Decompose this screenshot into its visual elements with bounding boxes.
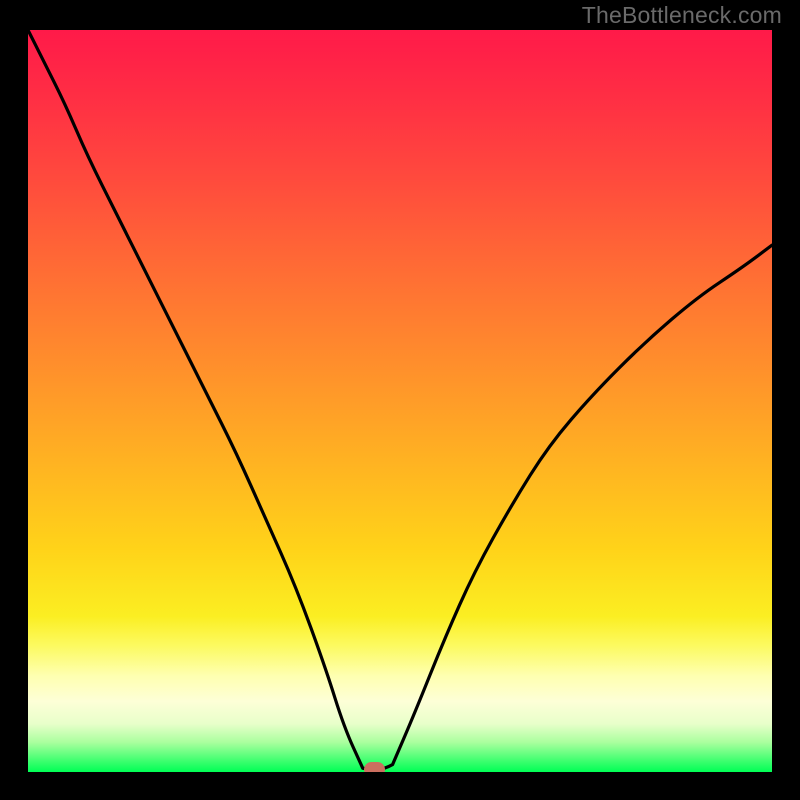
optimal-point-marker xyxy=(364,762,385,777)
chart-container: TheBottleneck.com xyxy=(0,0,800,800)
watermark-text: TheBottleneck.com xyxy=(582,2,782,29)
plot-area xyxy=(28,30,772,772)
bottleneck-curve xyxy=(28,30,772,772)
